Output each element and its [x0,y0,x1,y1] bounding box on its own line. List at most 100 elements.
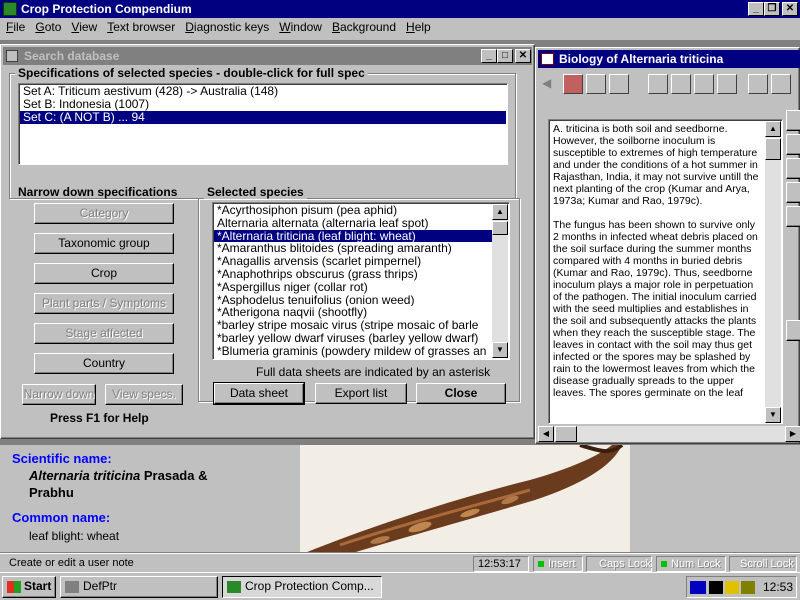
scroll-right-button[interactable]: ▶ [785,426,800,442]
book-icon[interactable] [748,74,768,94]
tray-icon[interactable] [725,581,739,594]
task-label: DefPtr [83,579,118,593]
species-item[interactable]: *Anagallis arvensis (scarlet pimpernel) [214,255,492,268]
restore-button[interactable]: ❐ [764,2,780,16]
scroll-up-button[interactable]: ▲ [765,121,781,137]
side-button[interactable] [786,206,800,227]
scroll-down-button[interactable]: ▼ [765,407,781,423]
menu-view[interactable]: View [66,18,102,36]
scroll-thumb[interactable] [765,138,781,160]
window-icon [6,50,18,62]
app-title-bar[interactable]: Crop Protection Compendium _ ❐ ✕ [0,0,800,18]
side-button[interactable] [786,134,800,155]
spec-item[interactable]: Set B: Indonesia (1007) [20,98,506,111]
search-title-bar[interactable]: Search database _ □ ✕ [3,47,532,65]
species-item[interactable]: *barley stripe mosaic virus (stripe mosa… [214,319,492,332]
selected-species-title: Selected species [204,185,307,199]
bookmark-icon[interactable] [771,74,791,94]
search-close-button[interactable]: ✕ [515,49,531,63]
menu-window[interactable]: Window [274,18,327,36]
search-minimize-button[interactable]: _ [481,49,497,63]
biology-text-pane[interactable]: A. triticina is both soil and seedborne.… [548,119,783,424]
menu-background[interactable]: Background [327,18,401,36]
specifications-list[interactable]: Set A: Triticum aestivum (428) -> Austra… [18,83,508,165]
asterisk-note: Full data sheets are indicated by an ast… [256,365,491,379]
app-icon[interactable] [3,2,17,16]
clock[interactable]: 12:53 [763,580,793,594]
side-button[interactable] [786,158,800,179]
tray-icon[interactable] [690,581,706,594]
status-time: 12:53:17 [473,556,529,572]
export-list-button[interactable]: Export list [315,383,407,404]
scroll-up-button[interactable]: ▲ [492,204,508,220]
species-image[interactable] [300,445,630,552]
copy-icon[interactable] [609,74,629,94]
scroll-down-button[interactable]: ▼ [492,342,508,358]
view-specs-button[interactable]: View specs. [105,384,183,405]
minimize-button[interactable]: _ [748,2,764,16]
scientific-name-genus: Alternaria triticina [29,468,141,483]
status-scroll-lock: Scroll Lock [729,556,797,572]
search-title: Search database [24,49,120,63]
side-button[interactable] [786,110,800,131]
start-button[interactable]: Start [2,576,56,598]
map-icon[interactable] [694,74,714,94]
biology-scrollbar[interactable]: ▲ ▼ [765,121,781,423]
spec-item[interactable]: Set A: Triticum aestivum (428) -> Austra… [20,85,506,98]
country-button[interactable]: Country [34,353,174,374]
crop-button[interactable]: Crop [34,263,174,284]
status-insert: Insert [533,556,583,572]
print-icon[interactable] [563,74,583,94]
species-item[interactable]: *Asphodelus tenuifolius (onion weed) [214,294,492,307]
species-item[interactable]: *Anaphothrips obscurus (grass thrips) [214,268,492,281]
species-item[interactable]: *Blumeria graminis (powdery mildew of gr… [214,345,492,358]
menu-goto[interactable]: Goto [30,18,66,36]
species-scrollbar[interactable]: ▲ ▼ [492,204,508,358]
specifications-title: Specifications of selected species - dou… [15,66,368,80]
tray-icon[interactable] [709,581,723,594]
scientific-name-label: Scientific name: [12,451,112,466]
camera-icon[interactable] [671,74,691,94]
menu-file[interactable]: File [1,18,30,36]
species-item[interactable]: *Aspergillus niger (collar rot) [214,281,492,294]
back-arrow-icon[interactable]: ◀ [542,76,551,90]
tray-icon[interactable] [741,581,755,594]
plant-parts-symptoms-button[interactable]: Plant parts / Symptoms [34,293,174,314]
species-item[interactable]: *Amaranthus blitoides (spreading amarant… [214,242,492,255]
common-name-value: leaf blight: wheat [29,529,120,543]
status-message: Create or edit a user note [9,557,134,569]
taxonomic-group-button[interactable]: Taxonomic group [34,233,174,254]
search-maximize-button[interactable]: □ [497,49,513,63]
close-list-button[interactable]: Close [416,383,506,404]
side-button[interactable] [786,182,800,203]
species-item[interactable]: *Alternaria triticina (leaf blight: whea… [214,229,492,243]
biology-horizontal-scrollbar[interactable]: ◀ ▶ [538,426,800,442]
list-icon[interactable] [717,74,737,94]
species-list[interactable]: *Acyrthosiphon pisum (pea aphid) Alterna… [212,202,510,360]
scroll-left-button[interactable]: ◀ [538,426,554,442]
close-button[interactable]: ✕ [782,2,798,16]
task-label: Crop Protection Comp... [245,579,374,593]
status-insert-label: Insert [548,558,576,570]
taskbar-crop-protection[interactable]: Crop Protection Comp... [222,576,382,598]
stage-affected-button[interactable]: Stage affected [34,323,174,344]
biology-title-bar[interactable]: Biology of Alternaria triticina [538,50,800,68]
document-icon[interactable] [586,74,606,94]
blank-icon[interactable] [648,74,668,94]
scroll-thumb[interactable] [555,426,577,442]
species-item[interactable]: *Acyrthosiphon pisum (pea aphid) [214,204,492,217]
data-sheet-button[interactable]: Data sheet [213,382,305,405]
taskbar-defptr[interactable]: DefPtr [60,576,218,598]
menu-help[interactable]: Help [401,18,436,36]
scroll-thumb[interactable] [492,221,508,235]
species-item[interactable]: Alternaria alternata (alternaria leaf sp… [214,217,492,230]
spec-item[interactable]: Set C: (A NOT B) ... 94 [20,111,506,124]
side-button[interactable] [786,320,800,341]
biology-text: A. triticina is both soil and seedborne.… [553,123,763,421]
species-item[interactable]: *Atherigona naqvii (shootfly) [214,306,492,319]
menu-text-browser[interactable]: Text browser [102,18,180,36]
category-button[interactable]: Category [34,203,174,224]
menu-diagnostic-keys[interactable]: Diagnostic keys [180,18,274,36]
species-item[interactable]: *barley yellow dwarf viruses (barley yel… [214,332,492,345]
narrow-down-button[interactable]: Narrow down [22,384,96,405]
